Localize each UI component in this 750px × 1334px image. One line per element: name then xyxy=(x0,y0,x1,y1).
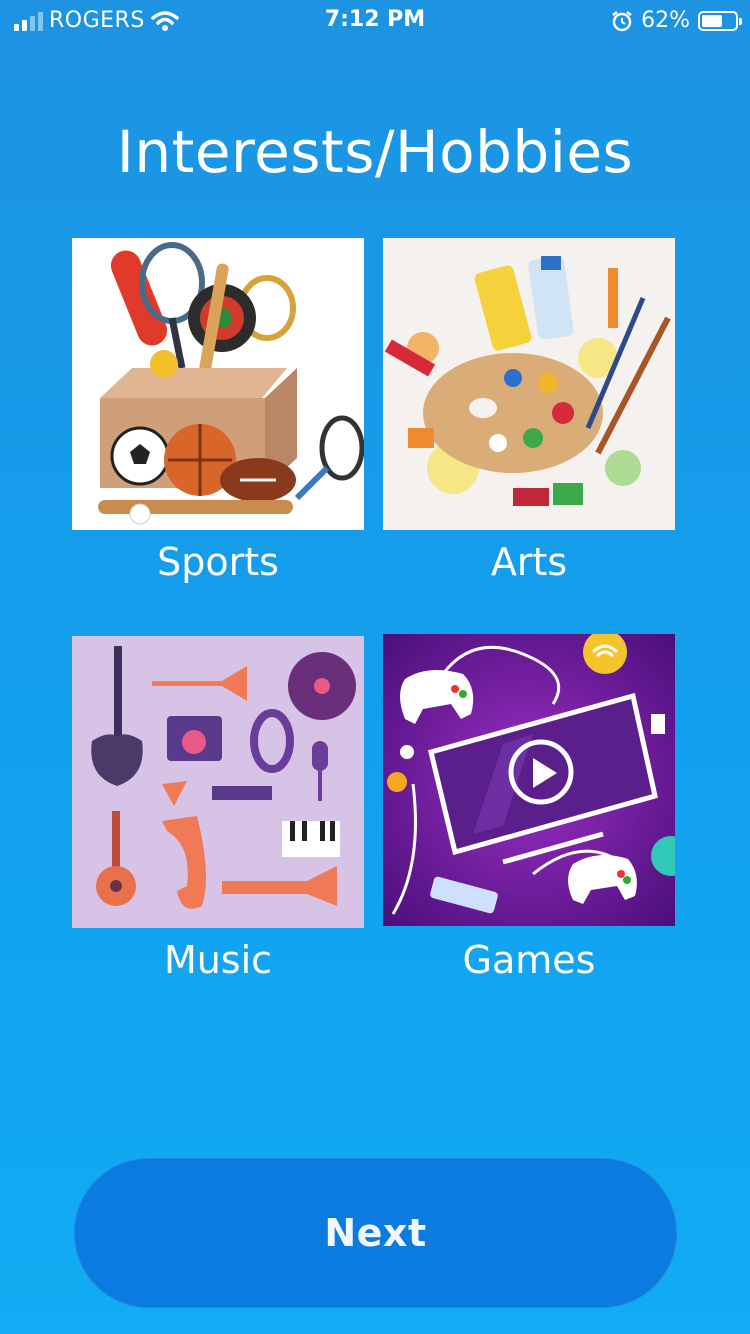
status-bar: ROGERS 7:12 PM 62% xyxy=(0,0,750,40)
page-title: Interests/Hobbies xyxy=(116,118,634,186)
status-right: 62% xyxy=(611,8,742,33)
category-label-sports: Sports xyxy=(157,540,279,584)
battery-icon xyxy=(698,10,742,31)
sports-equipment-illustration xyxy=(72,238,364,530)
category-tile-music[interactable] xyxy=(72,636,364,928)
battery-percent: 62% xyxy=(641,8,690,33)
category-label-arts: Arts xyxy=(490,540,568,584)
category-tile-sports[interactable] xyxy=(72,238,364,530)
art-palette-illustration xyxy=(383,238,675,530)
music-instruments-illustration xyxy=(72,636,364,928)
category-label-games: Games xyxy=(462,938,596,982)
next-button-label: Next xyxy=(324,1211,427,1255)
next-button[interactable]: Next xyxy=(74,1158,677,1308)
alarm-icon xyxy=(612,10,632,31)
category-tile-arts[interactable] xyxy=(383,238,675,530)
category-label-music: Music xyxy=(163,938,273,982)
video-games-illustration xyxy=(383,634,675,926)
category-tile-games[interactable] xyxy=(383,634,675,926)
